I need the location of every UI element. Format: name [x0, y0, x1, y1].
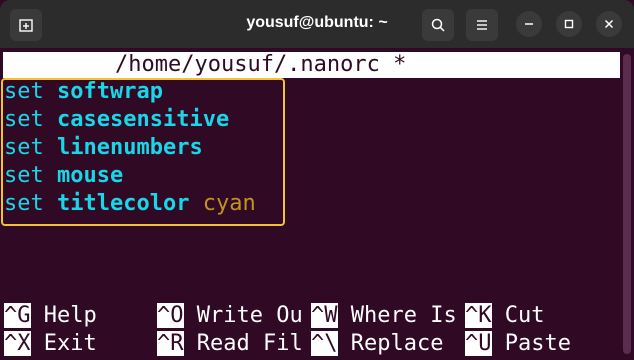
search-icon: [431, 18, 445, 32]
shortcut-label: Exit: [43, 331, 97, 356]
menu-button[interactable]: [466, 9, 498, 41]
shortcut-label: Where Is: [350, 303, 457, 328]
search-button[interactable]: [422, 9, 454, 41]
shortcut-cut[interactable]: ^K Cut: [465, 302, 545, 330]
new-tab-icon: [19, 19, 33, 32]
new-tab-button[interactable]: [10, 9, 42, 41]
hamburger-menu-icon: [477, 20, 487, 30]
close-button[interactable]: [596, 11, 622, 37]
shortcut-key: ^W: [311, 303, 338, 328]
shortcut-label: Read Fil: [196, 331, 303, 356]
shortcut-key: ^O: [157, 303, 184, 328]
shortcut-help[interactable]: ^G Help: [4, 302, 97, 330]
scrollbar[interactable]: [623, 54, 631, 354]
shortcut-label: Write Ou: [196, 303, 303, 328]
scrollbar-thumb[interactable]: [623, 54, 631, 354]
shortcut-key: ^U: [465, 331, 492, 356]
shortcut-label: Replace: [350, 331, 444, 356]
shortcut-key: ^X: [4, 331, 31, 356]
shortcut-replace[interactable]: ^\ Replace: [311, 330, 443, 358]
maximize-button[interactable]: [556, 11, 582, 37]
file-path: /home/yousuf/.nanorc *: [115, 52, 407, 77]
shortcut-key: ^R: [157, 331, 184, 356]
maximize-icon: [564, 19, 574, 29]
minimize-icon: [525, 23, 533, 25]
window-title: yousuf@ubuntu: ~: [246, 14, 388, 31]
close-icon: [604, 19, 614, 29]
shortcut-paste[interactable]: ^U Paste: [465, 330, 571, 358]
shortcut-key: ^G: [4, 303, 31, 328]
shortcut-label: Help: [43, 303, 97, 328]
shortcut-where-is[interactable]: ^W Where Is: [311, 302, 457, 330]
minimize-button[interactable]: [516, 11, 542, 37]
terminal-window: yousuf@ubuntu: ~ /home/yousuf/.nanorc * …: [0, 0, 634, 360]
nano-title-bar: /home/yousuf/.nanorc *: [3, 52, 620, 78]
highlight-box: [1, 78, 285, 226]
shortcut-read-file[interactable]: ^R Read Fil: [157, 330, 303, 358]
shortcut-exit[interactable]: ^X Exit: [4, 330, 97, 358]
shortcut-write-out[interactable]: ^O Write Ou: [157, 302, 303, 330]
shortcut-label: Paste: [504, 331, 571, 356]
shortcut-key: ^K: [465, 303, 492, 328]
title-bar: yousuf@ubuntu: ~: [0, 0, 634, 48]
terminal-content[interactable]: /home/yousuf/.nanorc * set softwrap set …: [0, 48, 634, 360]
shortcut-label: Cut: [504, 303, 545, 328]
shortcut-key: ^\: [311, 331, 338, 356]
